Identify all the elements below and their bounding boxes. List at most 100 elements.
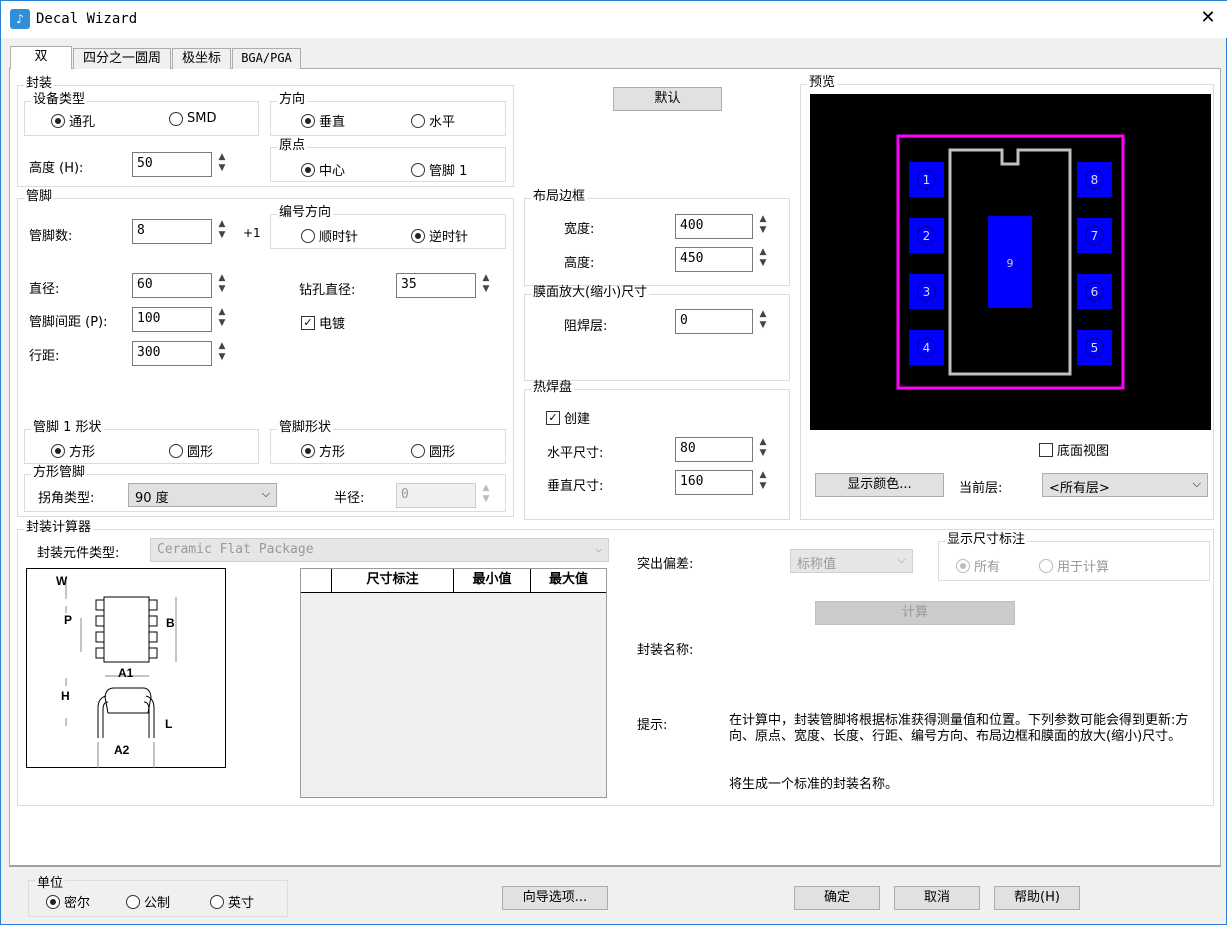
title-bar — [1, 1, 1227, 38]
tolerance-label: 突出偏差: — [637, 557, 694, 572]
help-button[interactable]: 帮助(H) — [994, 886, 1080, 910]
diameter-spinner[interactable]: ▲ ▼ — [214, 273, 230, 298]
diagram-label-h: H — [61, 689, 70, 703]
current-layer-select[interactable]: <所有层> ⌵ — [1042, 473, 1208, 497]
table-header-min[interactable]: 最小值 — [454, 569, 531, 592]
radio-pin-round[interactable]: 圆形 — [411, 441, 455, 460]
tab-quarter[interactable]: 四分之一圆周 — [73, 48, 171, 69]
thermal-v-spinner[interactable]: ▲ ▼ — [755, 470, 771, 495]
solder-input[interactable]: 0 — [675, 309, 753, 334]
radius-spinner[interactable]: ▲ ▼ — [478, 483, 494, 508]
outline-width-input[interactable]: 400 — [675, 214, 753, 239]
radio-horizontal[interactable]: 水平 — [411, 111, 455, 130]
solder-label: 阻焊层: — [564, 319, 608, 334]
radio-clockwise[interactable]: 顺时针 — [301, 226, 358, 245]
thermal-h-input[interactable]: 80 — [675, 437, 753, 462]
corner-type-select[interactable]: 90 度 ⌵ — [128, 483, 277, 507]
chevron-down-icon: ⌵ — [1192, 477, 1201, 490]
radio-center[interactable]: 中心 — [301, 160, 345, 179]
hint-text: 在计算中，封装管脚将根据标准获得测量值和位置。下列参数可能会得到更新:方向、原点… — [729, 713, 1189, 744]
pad-number: 5 — [1091, 341, 1099, 355]
pad-number: 1 — [923, 173, 931, 187]
table-header-max[interactable]: 最大值 — [531, 569, 606, 592]
radio-pin1[interactable]: 管脚 1 — [411, 160, 467, 179]
package-name-label: 封装名称: — [637, 643, 694, 658]
row-spinner[interactable]: ▲ ▼ — [214, 341, 230, 366]
thermal-h-spinner[interactable]: ▲ ▼ — [755, 437, 771, 462]
radio-inch[interactable]: 英寸 — [210, 892, 254, 911]
radio-all[interactable]: 所有 — [956, 556, 1000, 575]
bottom-view-checkbox[interactable]: 底面视图 — [1039, 440, 1109, 459]
calculate-button[interactable]: 计算 — [815, 601, 1015, 625]
thermal-h-label: 水平尺寸: — [547, 446, 604, 461]
pin-count-input[interactable]: 8 — [132, 219, 212, 244]
outline-height-input[interactable]: 450 — [675, 247, 753, 272]
thermal-v-input[interactable]: 160 — [675, 470, 753, 495]
cancel-button[interactable]: 取消 — [894, 886, 980, 910]
table-header-dimension[interactable]: 尺寸标注 — [332, 569, 454, 592]
radio-metric[interactable]: 公制 — [126, 892, 170, 911]
row-label: 行距: — [29, 349, 60, 364]
outline-group — [524, 198, 790, 286]
device-type-title: 设备类型 — [31, 92, 88, 107]
default-button[interactable]: 默认 — [613, 87, 722, 111]
pins-title: 管脚 — [24, 189, 55, 204]
pad-number: 7 — [1091, 229, 1099, 243]
radio-vertical[interactable]: 垂直 — [301, 111, 345, 130]
package-type-select[interactable]: Ceramic Flat Package ⌵ — [150, 538, 609, 562]
tab-bga[interactable]: BGA/PGA — [232, 48, 301, 69]
mask-title: 膜面放大(缩小)尺寸 — [531, 285, 650, 300]
radio-pin-square[interactable]: 方形 — [301, 441, 345, 460]
radio-through-hole[interactable]: 通孔 — [51, 111, 95, 130]
outline-width-spinner[interactable]: ▲ ▼ — [755, 214, 771, 239]
drill-spinner[interactable]: ▲ ▼ — [478, 273, 494, 298]
pitch-spinner[interactable]: ▲ ▼ — [214, 307, 230, 332]
chevron-down-icon: ⌵ — [897, 553, 906, 566]
preview-title: 预览 — [807, 75, 838, 90]
height-label: 高度 (H): — [29, 161, 84, 176]
plus-one-label: +1 — [243, 226, 261, 240]
create-checkbox[interactable]: ✓ 创建 — [546, 408, 590, 427]
radio-pin1-round[interactable]: 圆形 — [169, 441, 213, 460]
drill-input[interactable]: 35 — [396, 273, 476, 298]
direction-title: 方向 — [277, 92, 308, 107]
wizard-options-button[interactable]: 向导选项... — [502, 886, 608, 910]
radio-mil[interactable]: 密尔 — [46, 892, 90, 911]
outline-height-spinner[interactable]: ▲ ▼ — [755, 247, 771, 272]
package-diagram: W P B A1 H L A2 — [26, 568, 226, 768]
radius-input[interactable]: 0 — [396, 483, 476, 508]
drill-label: 钻孔直径: — [299, 283, 356, 298]
preview-canvas: 9 1 2 3 4 8 7 6 5 — [810, 94, 1211, 430]
pad-number: 8 — [1091, 173, 1099, 187]
diagram-label-l: L — [165, 717, 172, 731]
diagram-label-b: B — [166, 616, 175, 630]
chevron-down-icon: ⌵ — [595, 542, 602, 555]
pitch-input[interactable]: 100 — [132, 307, 212, 332]
tab-dual[interactable]: 双 — [10, 46, 72, 69]
pin-count-spinner[interactable]: ▲ ▼ — [214, 219, 230, 244]
row-input[interactable]: 300 — [132, 341, 212, 366]
show-dims-title: 显示尺寸标注 — [945, 532, 1028, 547]
close-button[interactable]: ✕ — [1197, 7, 1219, 28]
height-input[interactable]: 50 — [132, 152, 212, 177]
solder-spinner[interactable]: ▲ ▼ — [755, 309, 771, 334]
units-title: 单位 — [35, 872, 66, 891]
hint-text-2: 将生成一个标准的封装名称。 — [729, 777, 899, 792]
window-title: Decal Wizard — [36, 11, 138, 27]
radius-label: 半径: — [334, 491, 365, 506]
diameter-input[interactable]: 60 — [132, 273, 212, 298]
pin-count-label: 管脚数: — [29, 229, 73, 244]
radio-counterclockwise[interactable]: 逆时针 — [411, 226, 468, 245]
tolerance-select[interactable]: 标称值 ⌵ — [790, 549, 913, 573]
tab-polar[interactable]: 极坐标 — [172, 48, 231, 69]
display-colors-button[interactable]: 显示颜色... — [815, 473, 944, 497]
plated-checkbox[interactable]: ✓ 电镀 — [301, 313, 345, 332]
dimension-table: 尺寸标注 最小值 最大值 — [300, 568, 607, 798]
radio-for-calc[interactable]: 用于计算 — [1039, 556, 1109, 575]
ok-button[interactable]: 确定 — [794, 886, 880, 910]
diagram-label-a1: A1 — [118, 666, 134, 680]
pad-number: 3 — [923, 285, 931, 299]
radio-pin1-square[interactable]: 方形 — [51, 441, 95, 460]
height-spinner[interactable]: ▲ ▼ — [214, 152, 230, 177]
radio-smd[interactable]: SMD — [169, 111, 216, 126]
